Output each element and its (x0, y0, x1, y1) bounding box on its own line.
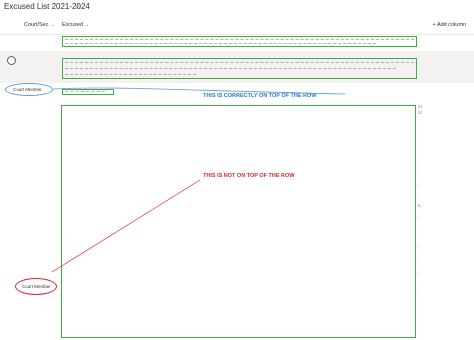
annotation-lines (51, 87, 346, 273)
annotation-line-red (51, 179, 201, 273)
annotation-line-blue (52, 87, 346, 95)
